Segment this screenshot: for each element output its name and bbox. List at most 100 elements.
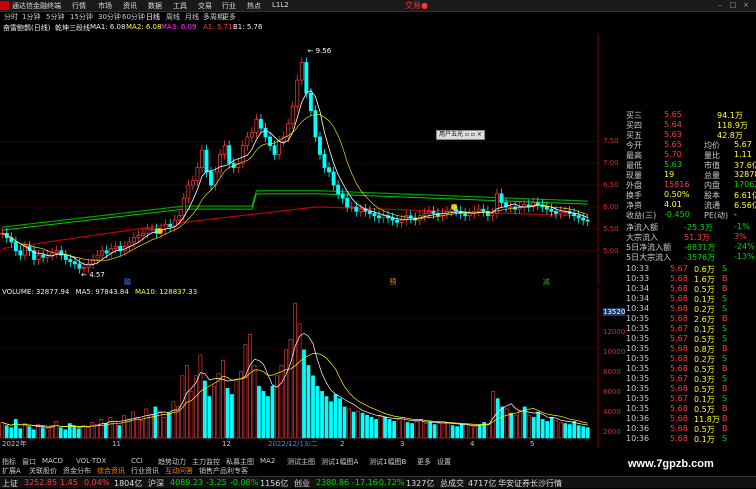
volume-title: VOLUME: 32877.94	[2, 288, 70, 296]
period-60min[interactable]: 60分钟	[122, 12, 145, 22]
volume-bar	[446, 422, 451, 439]
candle-body	[390, 217, 395, 221]
tick-time: 10:36	[626, 424, 650, 433]
index-name: 创业	[294, 479, 310, 488]
menu-jiaoyi[interactable]: 交易	[198, 1, 212, 11]
tick-price: 5.68	[670, 384, 688, 393]
volume-ma10: MA10: 128837.33	[135, 288, 198, 296]
volume-bar	[432, 424, 437, 439]
candle-body	[50, 252, 55, 256]
volume-bar	[563, 423, 568, 439]
menu-gongju[interactable]: 工具	[173, 1, 187, 11]
candle-body	[372, 213, 377, 217]
menu-redian[interactable]: 热点	[247, 1, 261, 11]
app-logo-icon	[0, 1, 9, 10]
tick-price: 5.67	[670, 394, 688, 403]
candle-body	[72, 261, 77, 265]
index-amount: 1156亿	[260, 479, 289, 488]
indicator-tab[interactable]: MA2	[260, 457, 275, 465]
period-weekly[interactable]: 周线	[166, 12, 180, 22]
info-tab[interactable]: 综合资讯	[97, 466, 125, 476]
volume-bar	[144, 408, 149, 439]
period-1min[interactable]: 1分钟	[22, 12, 40, 22]
period-multi[interactable]: 多周期	[203, 12, 224, 22]
volume-bar	[396, 419, 401, 439]
tick-direction: S	[722, 294, 728, 303]
period-30min[interactable]: 30分钟	[98, 12, 121, 22]
period-daily[interactable]: 日线	[146, 12, 160, 22]
volume-bar	[225, 387, 230, 439]
volume-axis-label: 2000	[603, 428, 621, 436]
ma2-line	[2, 114, 588, 261]
period-more[interactable]: 更多	[222, 12, 236, 22]
trade-brand-button[interactable]: 交易●	[405, 0, 428, 11]
index-percent: -0.72%	[376, 478, 405, 487]
info-tab[interactable]: 资金分布	[63, 466, 91, 476]
candle-body	[23, 246, 27, 256]
info-tab[interactable]: 互动问答	[165, 466, 193, 476]
indicator-tab[interactable]: CCI	[131, 457, 143, 465]
candle-body	[377, 215, 381, 219]
info-tab[interactable]: 销售产品利专客	[199, 466, 248, 476]
info-tab[interactable]: 行业资讯	[131, 466, 159, 476]
tick-direction: B	[722, 424, 728, 433]
volume-bar	[576, 425, 581, 439]
volume-bar	[545, 421, 550, 439]
volume-bar	[338, 398, 342, 439]
candle-body	[422, 213, 427, 217]
tick-time: 10:35	[626, 384, 650, 393]
popup-chip[interactable]: 用户五光 ▫ ▫ ×	[436, 130, 485, 140]
candle-body	[204, 149, 209, 173]
period-15min[interactable]: 15分钟	[70, 12, 93, 22]
period-5min[interactable]: 5分钟	[46, 12, 64, 22]
bid-price: 5.65	[664, 110, 682, 119]
maximize-icon[interactable]: □	[729, 1, 737, 9]
kline-chart[interactable]: ← 9.56 ← 4.57 融 预 减	[0, 33, 600, 285]
menu-hangqing[interactable]: 行情	[72, 1, 86, 11]
indicator-main[interactable]: 乾坤三段线	[55, 23, 90, 33]
minimize-icon[interactable]: –	[716, 1, 724, 9]
indicator-tab[interactable]: MACD	[42, 457, 63, 465]
period-fenshi[interactable]: 分时	[4, 12, 18, 22]
candle-body	[572, 213, 577, 217]
volume-bar	[473, 426, 478, 439]
indicator-tab[interactable]: VOL-TDX	[76, 457, 106, 465]
stock-name: 奋雷鲍鹊(日线)	[3, 24, 51, 32]
menu-shichang[interactable]: 市场	[98, 1, 112, 11]
period-monthly[interactable]: 月线	[185, 12, 199, 22]
ma2-value: MA2: 6.08	[126, 23, 162, 31]
volume-bar	[329, 401, 333, 439]
tick-price: 5.68	[670, 434, 688, 443]
tick-direction: S	[722, 394, 728, 403]
volume-chart[interactable]: 2022年 11 12 2022/12/13/二 2 3 4 5	[0, 288, 600, 448]
volume-bar	[293, 302, 297, 439]
menu-hangye[interactable]: 行业	[222, 1, 236, 11]
volume-bar	[518, 410, 523, 439]
candle-body	[63, 254, 68, 260]
tick-time: 10:35	[626, 344, 650, 353]
volume-bar	[85, 427, 90, 439]
candle-body	[318, 136, 322, 155]
candle-body	[299, 62, 304, 81]
period-bar: 分时 1分钟 5分钟 15分钟 30分钟 60分钟 日线 周线 月线 多周期 更…	[0, 12, 430, 22]
tick-time: 10:35	[626, 354, 650, 363]
candle-body	[186, 184, 191, 199]
info-tab[interactable]: 扩展A	[2, 466, 21, 476]
volume-axis-label: 12000	[603, 328, 626, 336]
menu-zixun[interactable]: 资讯	[123, 1, 137, 11]
menu-l1l2[interactable]: L1L2	[272, 1, 289, 9]
candle-body	[41, 254, 46, 258]
tick-time: 10:34	[626, 304, 650, 313]
tick-price: 5.68	[670, 364, 688, 373]
candle-body	[209, 171, 213, 186]
tick-direction: B	[722, 364, 728, 373]
event-marker: 融	[124, 277, 131, 285]
flow-percent: -24%	[734, 242, 755, 251]
candle-body	[54, 250, 59, 254]
tick-direction: S	[722, 374, 728, 383]
close-icon[interactable]: ×	[742, 1, 750, 9]
info-tab[interactable]: 关联股价	[29, 466, 57, 476]
menu-shuju[interactable]: 数据	[148, 1, 162, 11]
volume-bar	[279, 365, 284, 439]
volume-bar	[257, 385, 261, 439]
